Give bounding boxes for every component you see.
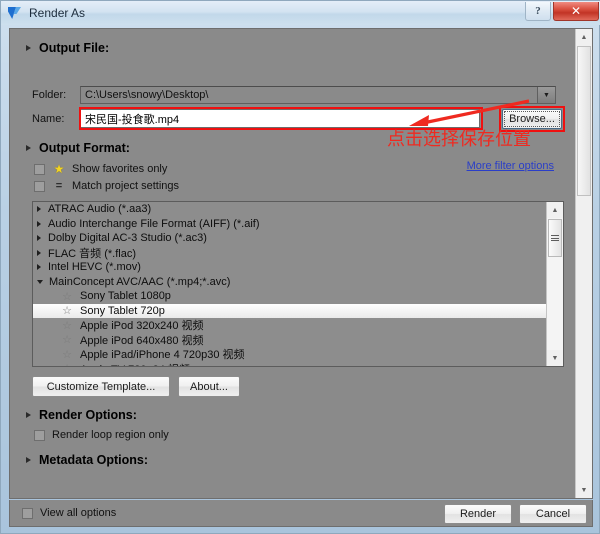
chevron-right-icon: [26, 457, 31, 463]
format-list-item[interactable]: ☆ Apple iPad/iPhone 4 720p30 视频: [33, 347, 547, 362]
output-file-label: Output File:: [39, 41, 110, 55]
view-all-options-row[interactable]: View all options: [22, 507, 116, 519]
show-favorites-row[interactable]: ★ Show favorites only: [34, 162, 167, 176]
vegas-logo-icon: [7, 5, 23, 21]
footer: View all options Render Cancel: [9, 500, 593, 527]
name-input[interactable]: 宋民国-投食歌.mp4: [80, 109, 480, 128]
name-label: Name:: [32, 112, 65, 125]
scroll-down-icon[interactable]: ▼: [576, 482, 592, 498]
chevron-right-icon[interactable]: [37, 249, 41, 256]
format-item-label: FLAC 音频 (*.flac): [48, 247, 137, 260]
favorite-star-icon[interactable]: ☆: [61, 319, 73, 332]
favorite-star-icon[interactable]: ☆: [61, 304, 73, 317]
system-buttons: ? ✕: [525, 2, 599, 24]
render-options-section-header[interactable]: Render Options:: [26, 408, 137, 422]
chevron-down-icon[interactable]: [37, 279, 43, 284]
format-list-item[interactable]: ☆ Sony Tablet 720p: [33, 303, 547, 318]
format-item-label: Dolby Digital AC-3 Studio (*.ac3): [48, 232, 207, 245]
star-icon: ★: [53, 162, 65, 176]
format-item-label: Audio Interchange File Format (AIFF) (*.…: [48, 217, 260, 230]
format-item-label: MainConcept AVC/AAC (*.mp4;*.avc): [49, 275, 231, 288]
format-list-scroll-thumb[interactable]: [548, 219, 562, 257]
match-project-row[interactable]: = Match project settings: [34, 180, 179, 192]
scroll-up-icon[interactable]: ▲: [576, 29, 592, 45]
equals-icon: =: [55, 180, 63, 192]
output-format-label: Output Format:: [39, 141, 130, 155]
output-format-section-header[interactable]: Output Format:: [26, 141, 130, 155]
more-filter-options-link[interactable]: More filter options: [467, 160, 554, 172]
format-group-item[interactable]: MainConcept AVC/AAC (*.mp4;*.avc): [33, 275, 547, 290]
name-row: Name: 宋民国-投食歌.mp4: [32, 109, 556, 128]
view-all-options-label: View all options: [40, 507, 117, 519]
format-list[interactable]: ATRAC Audio (*.aa3) Audio Interchange Fil…: [32, 201, 564, 367]
render-loop-row[interactable]: Render loop region only: [34, 429, 169, 441]
format-group-item[interactable]: FLAC 音频 (*.flac): [33, 246, 547, 261]
format-item-label: Apple TV 720p24 视频: [80, 361, 190, 366]
render-loop-checkbox[interactable]: [34, 429, 45, 441]
render-options-label: Render Options:: [39, 408, 137, 422]
chevron-right-icon[interactable]: [37, 235, 41, 242]
chevron-right-icon[interactable]: [37, 264, 41, 271]
cancel-button[interactable]: Cancel: [519, 504, 587, 524]
dialog-scrollbar[interactable]: ▲ ▼: [575, 29, 592, 498]
scroll-up-icon[interactable]: ▲: [547, 202, 563, 218]
render-loop-label: Render loop region only: [52, 429, 169, 441]
dialog-scroll-thumb[interactable]: [577, 46, 591, 196]
favorite-star-icon[interactable]: ☆: [61, 362, 73, 366]
format-item-label: Sony Tablet 1080p: [80, 290, 171, 303]
metadata-options-section-header[interactable]: Metadata Options:: [26, 453, 148, 467]
render-button[interactable]: Render: [444, 504, 512, 524]
show-favorites-label: Show favorites only: [72, 163, 168, 175]
view-all-options-checkbox[interactable]: [22, 507, 33, 519]
customize-template-button[interactable]: Customize Template...: [32, 376, 170, 397]
titlebar: Render As ? ✕: [1, 1, 600, 25]
chevron-down-icon[interactable]: ▼: [537, 87, 555, 103]
match-project-checkbox[interactable]: [34, 180, 45, 192]
chevron-right-icon: [26, 145, 31, 151]
chevron-right-icon: [26, 412, 31, 418]
chevron-right-icon[interactable]: [37, 206, 41, 213]
format-group-item[interactable]: Intel HEVC (*.mov): [33, 260, 547, 275]
match-project-label: Match project settings: [72, 180, 179, 192]
browse-button[interactable]: Browse...: [502, 109, 562, 129]
show-favorites-checkbox[interactable]: [34, 163, 45, 175]
format-item-label: ATRAC Audio (*.aa3): [48, 203, 152, 216]
format-item-label: Intel HEVC (*.mov): [48, 261, 141, 274]
dialog-body: Output File: Folder: C:\Users\snowy\Desk…: [9, 28, 593, 499]
folder-label: Folder:: [32, 89, 67, 101]
format-list-item[interactable]: ☆ Apple iPod 320x240 视频: [33, 318, 547, 333]
favorite-star-icon[interactable]: ☆: [61, 348, 73, 361]
chevron-right-icon: [26, 45, 31, 51]
format-item-label: Sony Tablet 720p: [80, 304, 165, 317]
about-button[interactable]: About...: [178, 376, 240, 397]
chevron-right-icon[interactable]: [37, 220, 41, 227]
format-list-item[interactable]: ☆ Apple TV 720p24 视频: [33, 361, 547, 366]
folder-value: C:\Users\snowy\Desktop\: [85, 89, 209, 101]
window-title: Render As: [29, 6, 86, 20]
format-group-item[interactable]: Dolby Digital AC-3 Studio (*.ac3): [33, 231, 547, 246]
format-group-item[interactable]: ATRAC Audio (*.aa3): [33, 202, 547, 217]
name-value: 宋民国-投食歌.mp4: [85, 113, 180, 126]
render-as-window: Render As ? ✕ Output File: Folder: C:\Us…: [0, 0, 600, 534]
format-list-rows: ATRAC Audio (*.aa3) Audio Interchange Fil…: [33, 202, 547, 366]
format-list-item[interactable]: ☆ Sony Tablet 1080p: [33, 289, 547, 304]
format-list-scrollbar[interactable]: ▲ ▼: [546, 202, 563, 366]
dialog-scroll-region: Output File: Folder: C:\Users\snowy\Desk…: [10, 29, 576, 498]
folder-combobox[interactable]: C:\Users\snowy\Desktop\ ▼: [80, 86, 556, 104]
format-list-item[interactable]: ☆ Apple iPod 640x480 视频: [33, 333, 547, 348]
scroll-thumb-grip: [551, 234, 559, 243]
help-button[interactable]: ?: [525, 2, 551, 21]
scroll-down-icon[interactable]: ▼: [547, 350, 563, 366]
folder-row: Folder: C:\Users\snowy\Desktop\ ▼: [32, 86, 556, 104]
favorite-star-icon[interactable]: ☆: [61, 290, 73, 303]
metadata-options-label: Metadata Options:: [39, 453, 149, 467]
favorite-star-icon[interactable]: ☆: [61, 333, 73, 346]
output-file-section-header[interactable]: Output File:: [26, 41, 109, 55]
format-group-item[interactable]: Audio Interchange File Format (AIFF) (*.…: [33, 217, 547, 232]
close-icon[interactable]: ✕: [553, 2, 599, 21]
